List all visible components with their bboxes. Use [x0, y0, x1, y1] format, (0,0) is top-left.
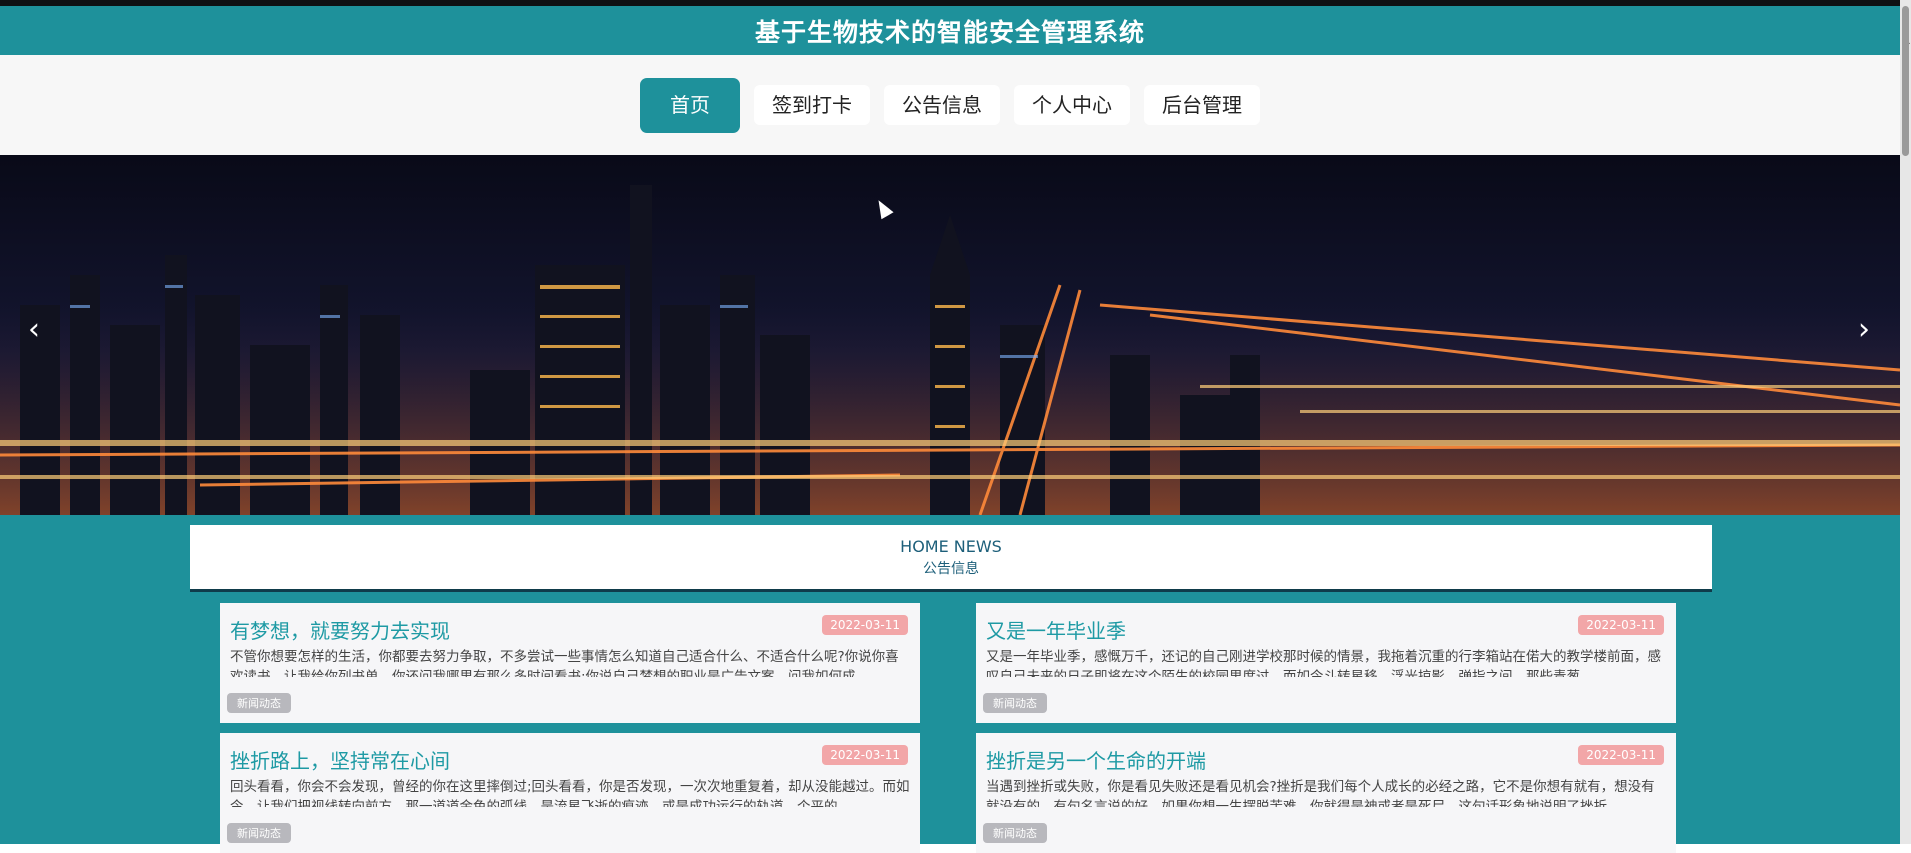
news-card-title[interactable]: 又是一年毕业季: [986, 615, 1126, 644]
news-card-tag: 新闻动态: [227, 693, 291, 713]
news-card[interactable]: 有梦想，就要努力去实现 2022-03-11 不管你想要怎样的生活，你都要去努力…: [220, 603, 920, 723]
news-card[interactable]: 挫折是另一个生命的开端 2022-03-11 当遇到挫折或失败，你是看见失败还是…: [976, 733, 1676, 853]
carousel-next-icon[interactable]: ›: [1858, 315, 1870, 345]
news-card-tag: 新闻动态: [227, 823, 291, 843]
news-card[interactable]: 挫折路上，坚持常在心间 2022-03-11 回头看看，你会不会发现，曾经的你在…: [220, 733, 920, 853]
city-night-image: [0, 155, 1900, 515]
news-card-title[interactable]: 挫折是另一个生命的开端: [986, 745, 1206, 774]
nav-admin[interactable]: 后台管理: [1144, 85, 1260, 125]
news-heading-en: HOME NEWS: [900, 537, 1002, 556]
news-card-summary: 当遇到挫折或失败，你是看见失败还是看见机会?挫折是我们每个人成长的必经之路，它不…: [986, 779, 1655, 807]
news-card-tag: 新闻动态: [983, 693, 1047, 713]
nav-checkin[interactable]: 签到打卡: [754, 85, 870, 125]
banner-carousel[interactable]: ‹ ›: [0, 155, 1900, 515]
news-section: HOME NEWS 公告信息 有梦想，就要努力去实现 2022-03-11 不管…: [0, 515, 1900, 853]
news-heading-cn: 公告信息: [923, 561, 979, 577]
news-card-summary: 又是一年毕业季，感慨万千，还记的自己刚进学校那时候的情景，我拖着沉重的行李箱站在…: [986, 649, 1661, 677]
news-card-date: 2022-03-11: [822, 745, 908, 765]
news-card-date: 2022-03-11: [1578, 745, 1664, 765]
scrollbar-thumb[interactable]: [1902, 6, 1909, 156]
page-scrollbar[interactable]: [1900, 0, 1911, 844]
nav-announcements[interactable]: 公告信息: [884, 85, 1000, 125]
site-title: 基于生物技术的智能安全管理系统: [754, 17, 1145, 47]
news-card-summary: 不管你想要怎样的生活，你都要去努力争取，不多尝试一些事情怎么知道自己适合什么、不…: [230, 649, 899, 677]
nav-home[interactable]: 首页: [640, 77, 740, 133]
news-card[interactable]: 又是一年毕业季 2022-03-11 又是一年毕业季，感慨万千，还记的自己刚进学…: [976, 603, 1676, 723]
site-header: 基于生物技术的智能安全管理系统: [0, 6, 1900, 55]
news-card-tag: 新闻动态: [983, 823, 1047, 843]
news-header: HOME NEWS 公告信息: [190, 525, 1712, 592]
news-card-date: 2022-03-11: [822, 615, 908, 635]
nav-personal-center[interactable]: 个人中心: [1014, 85, 1130, 125]
news-card-title[interactable]: 挫折路上，坚持常在心间: [230, 745, 450, 774]
news-card-date: 2022-03-11: [1578, 615, 1664, 635]
news-card-title[interactable]: 有梦想，就要努力去实现: [230, 615, 450, 644]
carousel-prev-icon[interactable]: ‹: [28, 315, 40, 345]
main-nav: 首页 签到打卡 公告信息 个人中心 后台管理: [0, 55, 1900, 155]
news-card-summary: 回头看看，你会不会发现，曾经的你在这里摔倒过;回头看看，你是否发现，一次次地重复…: [230, 779, 910, 807]
